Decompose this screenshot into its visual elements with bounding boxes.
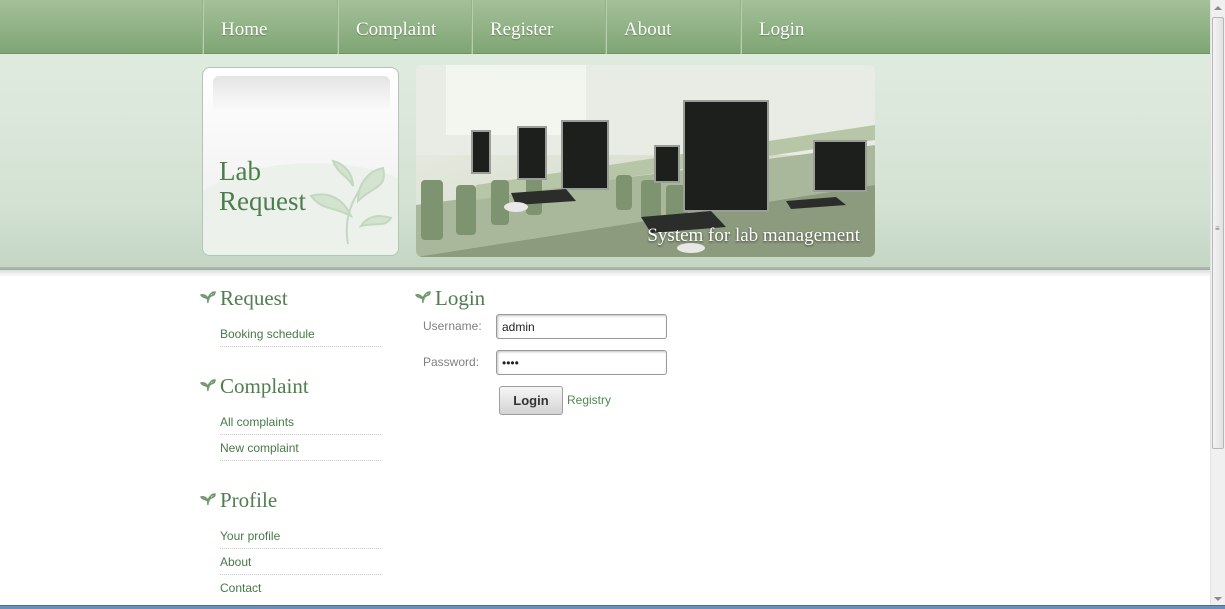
sidebar-heading-text: Request [220,286,288,310]
banner-image: System for lab management [416,65,875,257]
taskbar-edge [0,605,1225,609]
scroll-thumb[interactable]: ≡ [1212,17,1224,449]
leaf-bullet-icon [200,379,216,392]
logo-shine [213,76,390,112]
sidebar-link-contact[interactable]: Contact [220,575,381,601]
site-logo: Lab Request [202,67,399,256]
nav-complaint[interactable]: Complaint [337,0,472,54]
sidebar-link-about[interactable]: About [220,549,381,575]
sidebar-heading-text: Complaint [220,374,309,398]
registry-link[interactable]: Registry [567,393,611,407]
password-input[interactable] [496,350,667,375]
scroll-down-arrow-icon[interactable] [1214,597,1222,601]
username-input[interactable] [496,314,667,339]
leaf-bullet-icon [200,291,216,304]
login-button[interactable]: Login [499,386,563,415]
leaf-bullet-icon [200,493,216,506]
scroll-up-arrow-icon[interactable] [1214,6,1222,10]
leaf-bullet-icon [415,291,431,304]
password-label: Password: [423,355,480,369]
nav-about[interactable]: About [605,0,740,54]
login-heading-text: Login [435,286,486,310]
sidebar-link-your-profile[interactable]: Your profile [220,523,381,549]
site-title: Lab Request [219,156,306,216]
top-nav: Home Complaint Register About Login [0,0,1210,54]
nav-home[interactable]: Home [202,0,337,54]
username-label: Username: [423,319,482,333]
sidebar-link-booking-schedule[interactable]: Booking schedule [220,321,381,347]
sidebar-link-new-complaint[interactable]: New complaint [220,435,381,461]
nav-register[interactable]: Register [471,0,606,54]
sidebar-link-all-complaints[interactable]: All complaints [220,409,381,435]
banner-caption: System for lab management [647,225,860,246]
nav-login[interactable]: Login [740,0,860,54]
scroll-grip-icon: ≡ [1215,224,1220,233]
vertical-scrollbar[interactable]: ≡ [1210,0,1225,609]
sidebar-heading-text: Profile [220,488,278,512]
